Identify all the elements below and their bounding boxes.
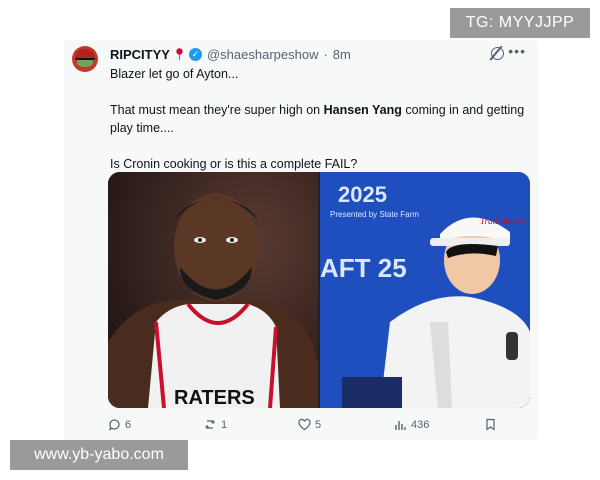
views-icon — [395, 421, 406, 430]
tweet-line-1: Blazer let go of Ayton... — [110, 67, 239, 81]
tweet-header: RIPCITYY ✓ @shaesharpeshow · 8m — [110, 45, 351, 63]
grok-icon[interactable] — [491, 47, 504, 60]
rose-icon — [176, 48, 183, 60]
backdrop-sponsor: Presented by State Farm — [330, 210, 419, 219]
separator-dot: · — [323, 46, 328, 62]
reply-icon — [108, 419, 120, 431]
display-name[interactable]: RIPCITYY — [110, 47, 170, 62]
jersey-text: RATERS — [174, 387, 255, 408]
bookmark-icon — [486, 418, 495, 431]
bookmark-button[interactable] — [484, 418, 497, 431]
timestamp[interactable]: 8m — [333, 47, 351, 62]
reply-count: 6 — [125, 418, 132, 431]
repost-button[interactable]: 1 — [204, 418, 227, 431]
avatar-icon[interactable] — [72, 46, 98, 72]
views-button[interactable]: 436 — [394, 418, 429, 431]
cap-text: Trail Blazers — [480, 216, 527, 226]
view-count: 436 — [411, 418, 430, 431]
watermark-top-right: TG: MYYJJPP — [450, 8, 590, 38]
photo-hansen-yang[interactable]: 2025 Presented by State Farm AFT 25 Trai… — [320, 172, 530, 408]
photo-ayton[interactable]: RATERS — [108, 172, 318, 408]
player-yang-illustration: 2025 Presented by State Farm AFT 25 Trai… — [320, 172, 530, 408]
verified-icon: ✓ — [188, 47, 202, 61]
watermark-bottom-left: www.yb-yabo.com — [10, 440, 188, 470]
backdrop-year: 2025 — [338, 182, 387, 207]
reply-button[interactable]: 6 — [108, 418, 131, 431]
tweet-line-2: That must mean they're super high on Han… — [110, 103, 525, 135]
more-icon[interactable]: ••• — [508, 43, 526, 59]
mention-hansen-yang: Hansen Yang — [323, 103, 402, 117]
tweet-media[interactable]: RATERS 2025 Presented by State Farm AFT … — [108, 172, 530, 408]
repost-icon — [205, 420, 215, 429]
heart-icon — [298, 418, 311, 431]
backdrop-draft: AFT 25 — [320, 253, 407, 283]
player-ayton-illustration: RATERS — [108, 172, 318, 408]
tweet-card[interactable]: RIPCITYY ✓ @shaesharpeshow · 8m ••• Blaz… — [64, 40, 538, 440]
tweet-line-3: Is Cronin cooking or is this a complete … — [110, 157, 358, 171]
tweet-text: Blazer let go of Ayton... That must mean… — [110, 65, 530, 173]
tweet-actions: 6 1 5 436 — [108, 418, 530, 436]
like-count: 5 — [315, 418, 322, 431]
like-button[interactable]: 5 — [298, 418, 321, 431]
repost-count: 1 — [221, 418, 228, 431]
user-handle[interactable]: @shaesharpeshow — [207, 47, 318, 62]
